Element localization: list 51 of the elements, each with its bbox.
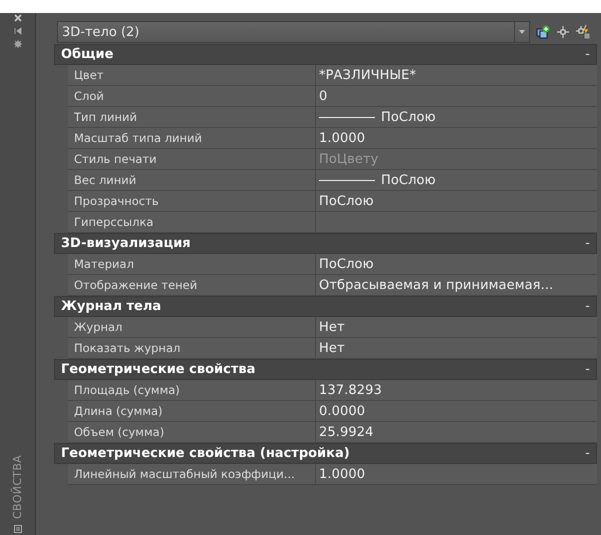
property-value[interactable]: ПоСлою [316,170,597,190]
property-label: Вес линий [68,170,316,190]
property-label: Линейный масштабный коэффици... [68,464,316,484]
property-value[interactable]: ПоСлою [316,107,597,127]
section-header[interactable]: Общие - [54,44,597,65]
property-value[interactable]: 137.8293 [316,380,597,400]
property-value[interactable]: 0.0000 [316,401,597,421]
property-value[interactable]: Нет [316,317,597,337]
palette-title: СВОЙСТВА [11,455,24,519]
property-value[interactable]: 0 [316,86,597,106]
quick-select-icon[interactable] [576,25,590,39]
collapse-toggle[interactable]: - [585,47,590,62]
property-value[interactable]: *РАЗЛИЧНЫЕ* [316,65,597,85]
property-label: Площадь (сумма) [68,380,316,400]
property-label: Прозрачность [68,191,316,211]
add-selection-icon[interactable] [536,25,550,39]
property-label: Объем (сумма) [68,422,316,442]
property-label: Тип линий [68,107,316,127]
property-label: Цвет [68,65,316,85]
property-label: Гиперссылка [68,212,316,232]
collapse-toggle[interactable]: - [585,446,590,461]
close-icon[interactable] [14,14,22,22]
line-sample-icon [319,116,375,118]
property-label: Длина (сумма) [68,401,316,421]
property-label: Материал [68,254,316,274]
section-header[interactable]: 3D-визуализация - [54,233,597,254]
property-label: Отображение теней [68,275,316,295]
object-selector[interactable]: 3D-тело (2) [57,21,530,43]
property-label: Масштаб типа линий [68,128,316,148]
property-value[interactable]: 1.0000 [316,464,597,484]
properties-icon[interactable] [14,525,22,533]
property-label: Журнал [68,317,316,337]
collapse-toggle[interactable]: - [585,362,590,377]
pin-icon[interactable] [14,27,22,35]
property-value[interactable]: ПоСлою [316,254,597,274]
property-label: Показать журнал [68,338,316,358]
section-header[interactable]: Геометрические свойства - [54,359,597,380]
property-label: Стиль печати [68,149,316,169]
property-label: Слой [68,86,316,106]
section-header[interactable]: Журнал тела - [54,296,597,317]
property-value[interactable]: ПоСлою [316,191,597,211]
collapse-toggle[interactable]: - [585,299,590,314]
property-value[interactable]: Нет [316,338,597,358]
settings-icon[interactable] [14,40,22,48]
collapse-toggle[interactable]: - [585,236,590,251]
property-value[interactable]: Отбрасываемая и принимаемая... [316,275,597,295]
section-header[interactable]: Геометрические свойства (настройка) - [54,443,597,464]
property-value[interactable]: 1.0000 [316,128,597,148]
property-value[interactable]: 25.9924 [316,422,597,442]
dropdown-arrow-icon [519,30,525,34]
crosshair-icon[interactable] [556,25,570,39]
